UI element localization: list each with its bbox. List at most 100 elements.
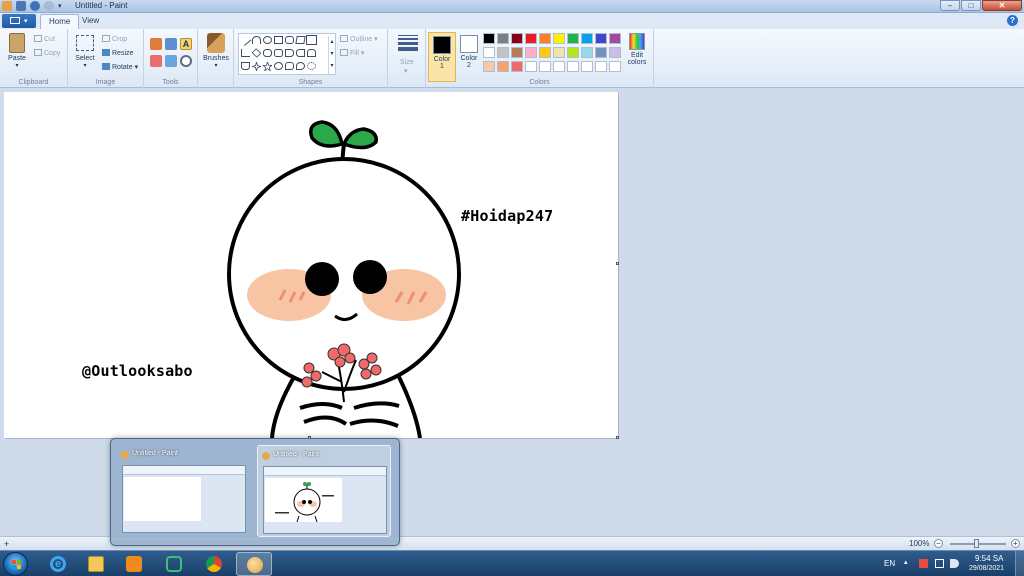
down-arrow-shape-icon[interactable] [241,62,250,70]
resize-button[interactable]: Resize [102,49,133,57]
paint-app-icon[interactable] [2,1,12,11]
taskbar-internet-explorer[interactable]: e [40,552,76,576]
triangle-shape-icon[interactable] [307,36,316,44]
polygon-shape-icon[interactable] [295,36,306,44]
palette-swatch[interactable] [595,33,607,44]
select-button[interactable]: Select ▾ [72,33,98,69]
rotate-button[interactable]: Rotate ▾ [102,63,138,71]
palette-swatch[interactable] [525,47,537,58]
palette-swatch[interactable] [525,61,537,72]
taskbar-chrome[interactable] [196,552,232,576]
pentagon-shape-icon[interactable] [263,49,272,57]
network-icon[interactable] [935,559,944,568]
zoom-slider-thumb[interactable] [974,539,979,548]
color1-button[interactable]: Color 1 [428,32,456,82]
palette-swatch[interactable] [511,61,523,72]
palette-swatch[interactable] [595,61,607,72]
palette-swatch[interactable] [483,61,495,72]
resize-handle-right[interactable] [616,262,619,265]
size-label[interactable]: Size [400,59,414,66]
line-shape-icon[interactable] [239,34,252,46]
color-picker-icon[interactable] [165,55,177,67]
paste-button[interactable]: Paste ▾ [4,33,30,69]
palette-swatch[interactable] [553,47,565,58]
customize-qat-icon[interactable]: ▾ [58,2,62,10]
palette-swatch[interactable] [483,33,495,44]
left-arrow-shape-icon[interactable] [296,49,305,57]
rectangle-shape-icon[interactable] [274,36,283,44]
redo-icon[interactable] [44,1,54,11]
palette-swatch[interactable] [553,33,565,44]
palette-swatch[interactable] [567,47,579,58]
callout-rect-shape-icon[interactable] [285,62,294,70]
edit-colors-button[interactable]: Edit colors [625,33,649,66]
oval-shape-icon[interactable] [263,36,272,44]
palette-swatch[interactable] [525,33,537,44]
palette-swatch[interactable] [581,47,593,58]
curve-shape-icon[interactable] [252,36,261,44]
resize-handle-corner[interactable] [616,436,619,439]
paint-menu-button[interactable]: ▾ [2,14,36,28]
palette-swatch[interactable] [595,47,607,58]
magnifier-icon[interactable] [180,55,192,67]
close-button[interactable]: ✕ [982,0,1022,11]
help-icon[interactable]: ? [1007,15,1018,26]
palette-swatch[interactable] [483,47,495,58]
outline-button[interactable]: Outline ▾ [340,35,378,43]
tab-view[interactable]: View [74,14,107,29]
zoom-in-button[interactable]: + [1011,539,1020,548]
palette-swatch[interactable] [539,47,551,58]
maximize-button[interactable]: □ [961,0,981,11]
diamond-shape-icon[interactable] [251,48,262,58]
thumbnail-window-1[interactable]: Untitled - Paint [117,445,251,537]
palette-swatch[interactable] [553,61,565,72]
palette-swatch[interactable] [581,33,593,44]
six-point-star-shape-icon[interactable] [274,62,283,70]
crop-button[interactable]: Crop [102,35,127,43]
pencil-icon[interactable] [150,38,162,50]
eraser-icon[interactable] [150,55,162,67]
shapes-scroll[interactable]: ▴ ▾ ▾ [328,36,335,74]
language-indicator[interactable]: EN [884,559,895,568]
palette-swatch[interactable] [497,47,509,58]
palette-swatch[interactable] [609,61,621,72]
palette-swatch[interactable] [511,33,523,44]
right-triangle-shape-icon[interactable] [241,49,250,57]
palette-swatch[interactable] [567,33,579,44]
rounded-rectangle-shape-icon[interactable] [285,36,294,44]
color2-button[interactable]: Color 2 [455,32,483,82]
save-icon[interactable] [16,1,26,11]
taskbar-app[interactable] [156,552,192,576]
text-tool-icon[interactable]: A [180,38,192,50]
right-arrow-shape-icon[interactable] [285,49,294,57]
palette-swatch[interactable] [511,47,523,58]
drawing-canvas[interactable]: #Hoidap247 @Outlooksabo [4,92,618,438]
palette-swatch[interactable] [609,47,621,58]
palette-swatch[interactable] [539,61,551,72]
palette-swatch[interactable] [497,33,509,44]
size-lines-icon[interactable] [398,35,418,53]
fill-bucket-icon[interactable] [165,38,177,50]
minimize-button[interactable]: – [940,0,960,11]
cloud-callout-shape-icon[interactable] [307,62,316,70]
fill-button[interactable]: Fill ▾ [340,49,364,57]
palette-swatch[interactable] [567,61,579,72]
action-center-icon[interactable] [919,559,928,568]
palette-swatch[interactable] [497,61,509,72]
palette-swatch[interactable] [609,33,621,44]
taskbar-file-explorer[interactable] [78,552,114,576]
clock-date[interactable]: 29/08/2021 [969,565,1004,572]
callout-oval-shape-icon[interactable] [296,62,305,70]
palette-swatch[interactable] [539,33,551,44]
cut-button[interactable]: Cut [34,35,55,43]
clock-time[interactable]: 9:54 SA [975,554,1003,563]
five-point-star-shape-icon[interactable] [261,60,274,72]
taskbar-paint[interactable] [236,552,272,576]
zoom-out-button[interactable]: − [934,539,943,548]
start-button[interactable] [3,552,28,576]
undo-icon[interactable] [30,1,40,11]
show-hidden-icons[interactable]: ▴ [904,558,908,566]
palette-swatch[interactable] [581,61,593,72]
volume-icon[interactable] [950,559,959,568]
brushes-button[interactable]: Brushes ▾ [202,33,230,69]
